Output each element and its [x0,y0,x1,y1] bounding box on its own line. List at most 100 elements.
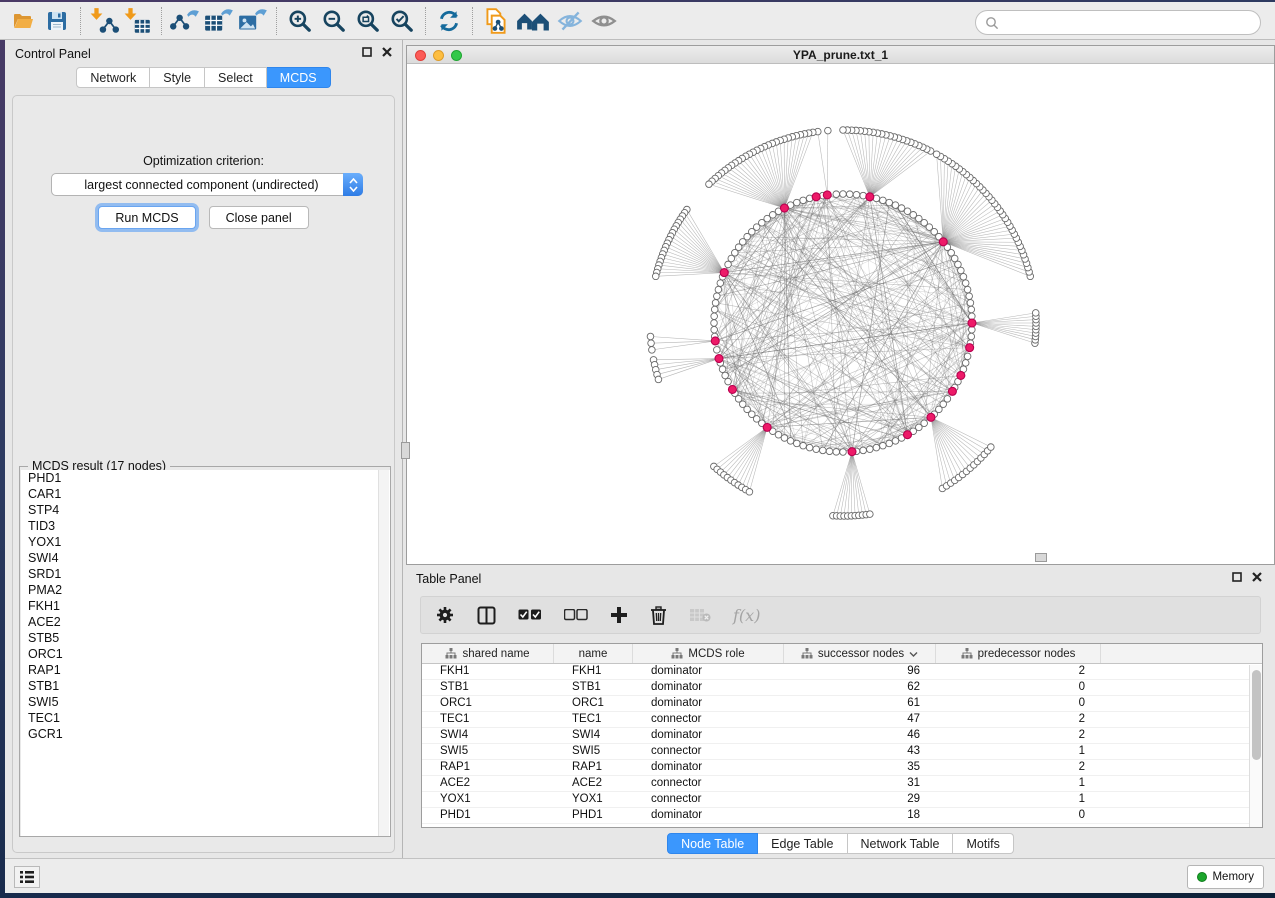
horizontal-splitter-grip[interactable] [1035,553,1047,562]
table-scrollbar[interactable] [1249,665,1262,828]
mcds-result-item[interactable]: FKH1 [21,598,390,614]
network-node[interactable] [964,286,971,293]
zoom-in-button[interactable] [283,5,317,37]
deselect-all-button[interactable] [564,602,588,628]
network-node[interactable] [711,326,718,333]
network-node[interactable] [840,127,847,134]
network-node[interactable] [988,444,995,451]
table-row[interactable]: ACE2ACE2connector311 [422,776,1262,792]
network-node[interactable] [793,440,800,447]
show-all-button[interactable] [587,5,621,37]
tab-motifs[interactable]: Motifs [953,833,1013,854]
network-node[interactable] [873,444,880,451]
column-header-MCDS-role[interactable]: MCDS role [633,644,784,663]
network-node[interactable] [892,202,899,209]
memory-button[interactable]: Memory [1187,865,1264,889]
network-node[interactable] [840,449,847,456]
mcds-result-item[interactable]: PMA2 [21,582,390,598]
network-node[interactable] [962,360,969,367]
show-panels-button[interactable] [14,866,40,888]
hide-selected-button[interactable] [553,5,587,37]
mcds-result-item[interactable]: PHD1 [21,470,390,486]
table-row[interactable]: ORC1ORC1dominator610 [422,696,1262,712]
table-row[interactable]: YOX1YOX1connector291 [422,792,1262,808]
search-input[interactable] [999,13,1260,33]
mcds-node[interactable] [904,431,912,439]
table-row[interactable]: SWI4SWI4dominator462 [422,728,1262,744]
network-node[interactable] [880,442,887,449]
network-node[interactable] [719,366,726,373]
table-row[interactable]: PHD1PHD1dominator180 [422,808,1262,824]
mcds-node[interactable] [966,344,974,352]
network-node[interactable] [706,181,713,188]
export-network-button[interactable] [168,5,202,37]
network-node[interactable] [711,320,718,327]
column-header-successor-nodes[interactable]: successor nodes [784,644,936,663]
vertical-splitter-grip[interactable] [401,442,410,459]
network-node[interactable] [648,340,655,347]
network-node[interactable] [715,286,722,293]
mcds-result-item[interactable]: STP4 [21,502,390,518]
network-window-titlebar[interactable]: YPA_prune.txt_1 [407,46,1274,64]
network-node[interactable] [886,440,893,447]
mcds-node[interactable] [763,423,771,431]
mcds-node[interactable] [957,371,965,379]
network-node[interactable] [860,447,867,454]
first-neighbors-button[interactable] [513,5,553,37]
save-session-button[interactable] [40,5,74,37]
mcds-node[interactable] [866,193,874,201]
network-node[interactable] [800,442,807,449]
network-node[interactable] [722,372,729,379]
network-node[interactable] [781,435,788,442]
network-node[interactable] [840,191,847,198]
mcds-result-item[interactable]: YOX1 [21,534,390,550]
delete-column-button[interactable] [650,602,667,628]
duplicate-network-button[interactable] [479,5,513,37]
mcds-node[interactable] [728,385,736,393]
network-node[interactable] [892,438,899,445]
network-node[interactable] [962,280,969,287]
mcds-result-item[interactable]: STB5 [21,630,390,646]
optimization-criterion-dropdown[interactable]: largest connected component (undirected) [51,173,363,196]
tab-network-table[interactable]: Network Table [848,833,954,854]
table-scrollbar-thumb[interactable] [1252,670,1261,760]
network-node[interactable] [652,273,659,280]
network-node[interactable] [712,300,719,307]
mcds-result-item[interactable]: SRD1 [21,566,390,582]
mcds-node[interactable] [948,387,956,395]
mcds-result-item[interactable]: SWI5 [21,694,390,710]
network-node[interactable] [711,313,718,320]
network-node[interactable] [826,448,833,455]
mcds-result-item[interactable]: ORC1 [21,646,390,662]
network-node[interactable] [655,376,662,383]
tab-node-table[interactable]: Node Table [667,833,758,854]
network-node[interactable] [968,306,975,313]
mcds-node[interactable] [848,448,856,456]
network-node[interactable] [880,197,887,204]
network-node[interactable] [966,293,973,300]
run-mcds-button[interactable]: Run MCDS [98,206,195,229]
network-node[interactable] [711,306,718,313]
network-node[interactable] [867,446,874,453]
network-node[interactable] [647,333,654,340]
mcds-node[interactable] [823,191,831,199]
close-panel-icon[interactable] [1252,572,1262,582]
network-node[interactable] [833,191,840,198]
mcds-result-item[interactable]: TEC1 [21,710,390,726]
table-row[interactable]: SWI5SWI5connector431 [422,744,1262,760]
mcds-list-scrollbar[interactable] [378,470,389,836]
mcds-node[interactable] [711,337,719,345]
network-node[interactable] [886,199,893,206]
network-node[interactable] [820,447,827,454]
column-header-name[interactable]: name [554,644,633,663]
close-panel-icon[interactable] [382,47,392,57]
table-row[interactable]: STB1STB1dominator620 [422,680,1262,696]
network-node[interactable] [964,353,971,360]
network-node[interactable] [787,438,794,445]
settings-gear-button[interactable] [435,602,455,628]
mcds-result-item[interactable]: SWI4 [21,550,390,566]
network-node[interactable] [1032,310,1039,317]
zoom-selected-button[interactable] [385,5,419,37]
float-panel-icon[interactable] [362,47,372,57]
mcds-node[interactable] [968,319,976,327]
